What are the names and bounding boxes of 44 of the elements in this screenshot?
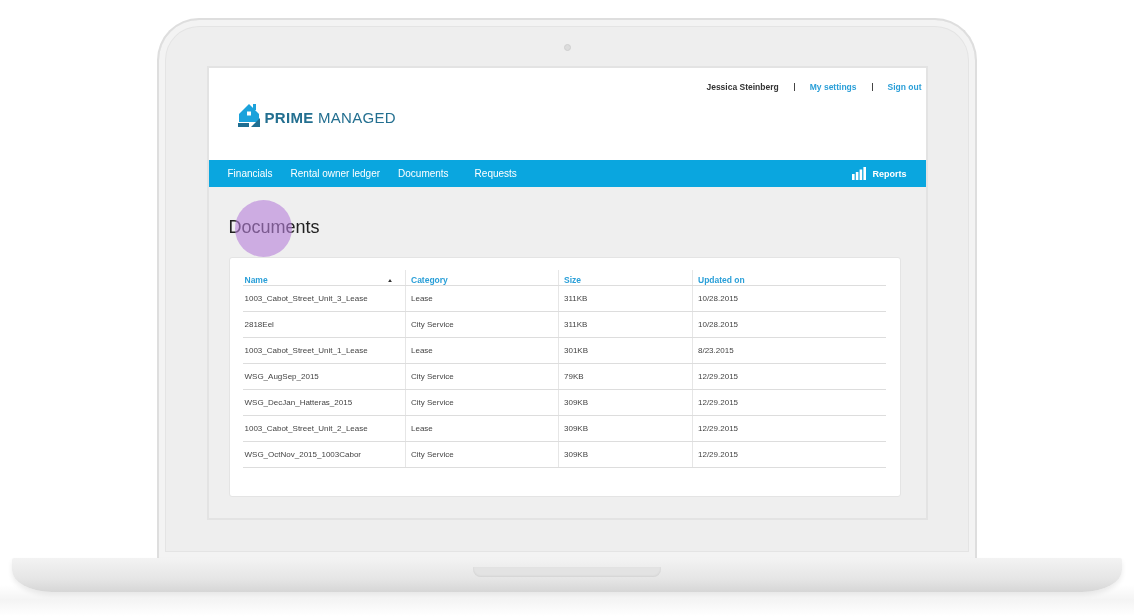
file-size: 309KB [564,450,589,459]
updated-date: 12/29.2015 [698,372,739,381]
header-link[interactable]: My settings [809,82,857,92]
file-name: 1003_Cabot_Street_Unit_2_Lease [244,424,368,433]
file-size: 311KB [564,294,588,303]
updated-date: 12/29.2015 [698,398,739,407]
nav-link[interactable]: Financials [218,168,282,179]
file-category: City Service [411,398,454,407]
column-header[interactable]: Category [405,270,559,286]
file-size: 309KB [564,398,589,407]
file-size: 301KB [564,346,589,355]
file-size: 79KB [564,372,584,381]
column-header[interactable]: Updated on [692,270,886,286]
file-category: Lease [411,424,433,433]
column-header[interactable]: Name [242,270,406,286]
header-link[interactable]: Sign out [887,82,922,92]
file-name: WSG_DecJan_Hatteras_2015 [244,398,353,407]
file-size: 311KB [564,320,588,329]
nav-link[interactable]: Rental owner ledger [281,168,390,179]
updated-date: 10/28.2015 [698,294,739,303]
file-category: City Service [411,450,454,459]
file-category: City Service [411,320,454,329]
reports-link[interactable]: Reports [852,167,907,180]
file-name: WSG_OctNov_2015_1003Cabor [244,450,361,459]
file-name: 1003_Cabot_Street_Unit_3_Lease [244,294,368,303]
file-category: Lease [411,294,433,303]
file-size: 309KB [564,424,589,433]
user-name: Jessica Steinberg [706,82,779,92]
column-header[interactable]: Size [558,270,693,286]
updated-date: 10/28.2015 [698,320,739,329]
nav-link[interactable]: Requests [465,168,526,179]
bar-chart-icon [852,167,867,180]
webcam-icon [563,44,571,51]
file-name: 2818Eel [244,320,274,329]
file-category: Lease [411,346,433,355]
updated-date: 8/23.2015 [698,346,734,355]
file-name: 1003_Cabot_Street_Unit_1_Lease [244,346,368,355]
file-name: WSG_AugSep_2015 [244,372,319,381]
file-category: City Service [411,372,454,381]
house-logo-icon [237,101,260,127]
updated-date: 12/29.2015 [698,424,739,433]
updated-date: 12/29.2015 [698,450,739,459]
logo-text: PRIME MANAGED [264,110,396,126]
nav-link[interactable]: Documents [389,168,458,179]
